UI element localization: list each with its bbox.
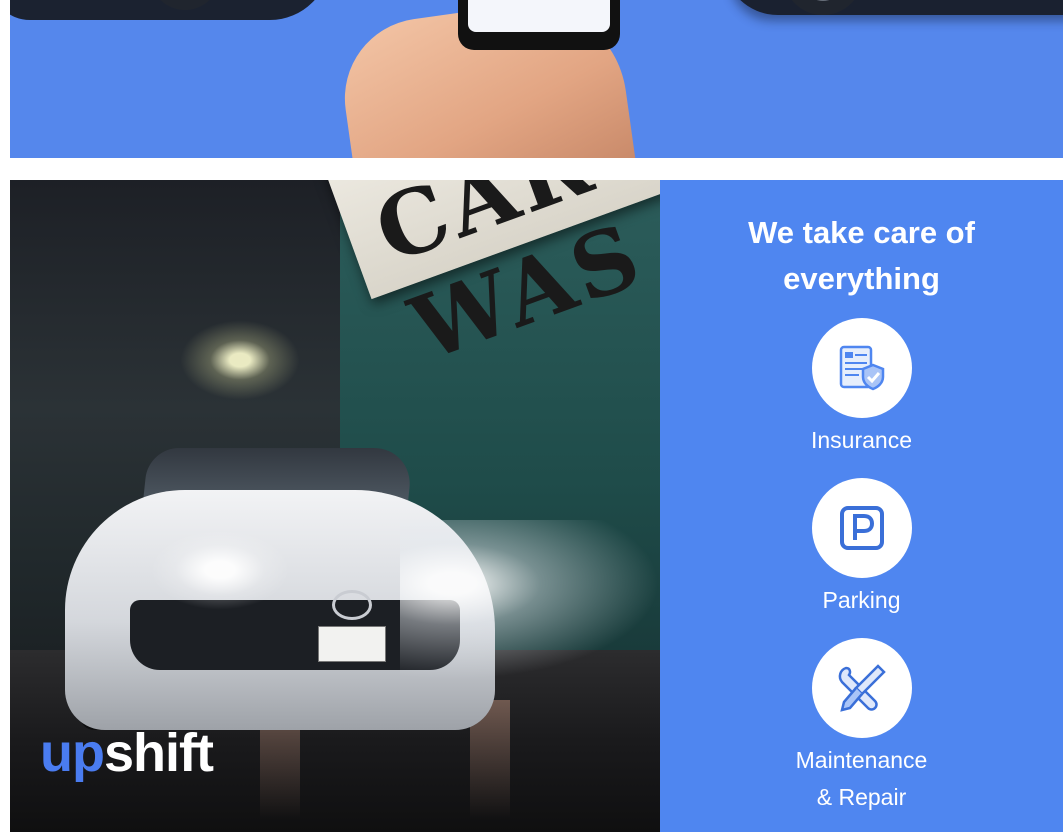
upshift-logo: upshift [40, 722, 214, 784]
service-parking: Parking [660, 478, 1063, 619]
service-label: Maintenance & Repair [660, 742, 1063, 816]
services-panel: We take care of everything Insurance Par… [660, 180, 1063, 832]
phone-screen [468, 0, 610, 32]
car-image-left [10, 0, 330, 20]
insurance-icon [811, 318, 912, 418]
service-label-line1: Maintenance [795, 747, 928, 773]
heading-line1: We take care of [748, 215, 975, 250]
car-wash-photo: CAR WAS upshift [10, 180, 660, 832]
heading-line2: everything [783, 261, 940, 296]
phone-image [458, 0, 620, 50]
hero-banner [10, 0, 1063, 158]
license-plate [318, 626, 386, 662]
service-label: Parking [822, 587, 901, 613]
car-emblem [332, 590, 372, 620]
headlight-beam [400, 520, 660, 680]
wrench-screwdriver-icon [811, 638, 912, 738]
services-heading: We take care of everything [660, 210, 1063, 302]
logo-up: up [40, 723, 105, 783]
headlight-left [150, 530, 290, 610]
service-insurance: Insurance [660, 318, 1063, 459]
service-maintenance: Maintenance & Repair [660, 638, 1063, 816]
service-label: Insurance [810, 427, 912, 453]
logo-shift: shift [103, 723, 214, 783]
parking-icon [811, 478, 912, 578]
wall-lamp [180, 320, 300, 400]
car-image-right [723, 0, 1063, 15]
wheel [150, 0, 220, 10]
wheel [783, 0, 863, 15]
service-label-line2: & Repair [816, 784, 907, 810]
